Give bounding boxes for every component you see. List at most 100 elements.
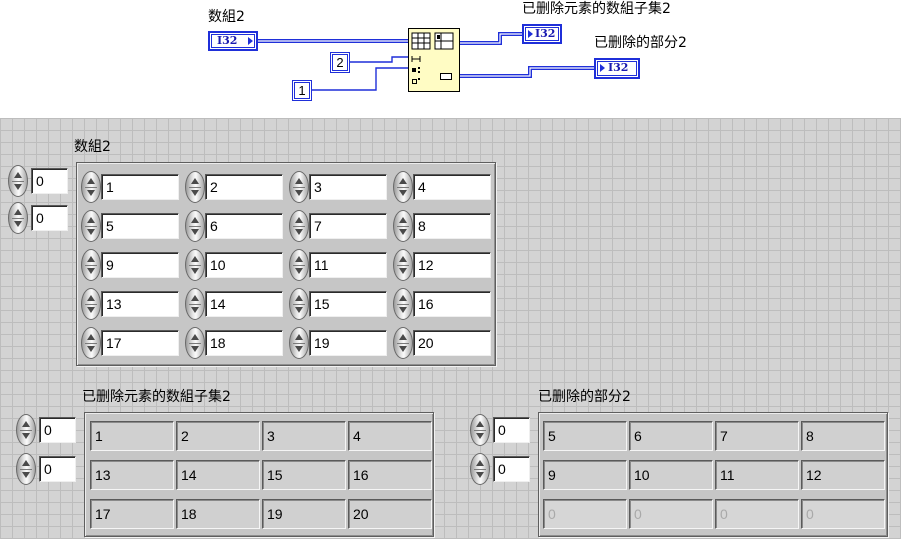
increment-arrow-icon[interactable] — [191, 334, 199, 340]
input-array-element[interactable]: 20 — [413, 330, 491, 356]
input-array-element[interactable]: 13 — [101, 291, 179, 317]
input-array-element-spinner[interactable] — [289, 210, 309, 242]
increment-arrow-icon[interactable] — [399, 256, 407, 262]
increment-arrow-icon[interactable] — [14, 209, 22, 215]
increment-arrow-icon[interactable] — [295, 334, 303, 340]
input-array-element-spinner[interactable] — [81, 327, 101, 359]
input-array-element[interactable]: 7 — [309, 213, 387, 239]
input-array-element-spinner[interactable] — [289, 288, 309, 320]
increment-arrow-icon[interactable] — [22, 421, 30, 427]
increment-arrow-icon[interactable] — [87, 217, 95, 223]
increment-arrow-icon[interactable] — [191, 295, 199, 301]
decrement-arrow-icon[interactable] — [22, 433, 30, 439]
increment-arrow-icon[interactable] — [87, 178, 95, 184]
increment-arrow-icon[interactable] — [295, 178, 303, 184]
input-array-element-spinner[interactable] — [289, 249, 309, 281]
increment-arrow-icon[interactable] — [87, 256, 95, 262]
deleted-array-index-column[interactable]: 0 — [493, 456, 530, 482]
decrement-arrow-icon[interactable] — [87, 190, 95, 196]
input-array-element-spinner[interactable] — [289, 171, 309, 203]
input-array-element-spinner[interactable] — [393, 210, 413, 242]
input-array-element[interactable]: 17 — [101, 330, 179, 356]
input-array-element-spinner[interactable] — [185, 288, 205, 320]
decrement-arrow-icon[interactable] — [476, 472, 484, 478]
decrement-arrow-icon[interactable] — [191, 190, 199, 196]
input-array-element-spinner[interactable] — [81, 210, 101, 242]
decrement-arrow-icon[interactable] — [399, 190, 407, 196]
input-array-element-spinner[interactable] — [393, 249, 413, 281]
input-array-element-spinner[interactable] — [81, 249, 101, 281]
input-array-element-spinner[interactable] — [393, 171, 413, 203]
input-array-element[interactable]: 14 — [205, 291, 283, 317]
input-array-element-spinner[interactable] — [393, 288, 413, 320]
decrement-arrow-icon[interactable] — [295, 229, 303, 235]
decrement-arrow-icon[interactable] — [191, 229, 199, 235]
input-array-element[interactable]: 11 — [309, 252, 387, 278]
increment-arrow-icon[interactable] — [295, 256, 303, 262]
input-array-element-spinner[interactable] — [81, 171, 101, 203]
decrement-arrow-icon[interactable] — [87, 307, 95, 313]
increment-arrow-icon[interactable] — [476, 421, 484, 427]
subset-array-index-row-spinner[interactable] — [16, 414, 36, 446]
decrement-arrow-icon[interactable] — [399, 268, 407, 274]
decrement-arrow-icon[interactable] — [191, 346, 199, 352]
decrement-arrow-icon[interactable] — [22, 472, 30, 478]
increment-arrow-icon[interactable] — [295, 217, 303, 223]
deleted-output-terminal[interactable]: I32 — [594, 58, 640, 79]
increment-arrow-icon[interactable] — [191, 256, 199, 262]
input-array-element[interactable]: 3 — [309, 174, 387, 200]
increment-arrow-icon[interactable] — [399, 334, 407, 340]
increment-arrow-icon[interactable] — [476, 460, 484, 466]
increment-arrow-icon[interactable] — [87, 295, 95, 301]
increment-arrow-icon[interactable] — [191, 178, 199, 184]
deleted-array-index-row-spinner[interactable] — [470, 414, 490, 446]
decrement-arrow-icon[interactable] — [399, 346, 407, 352]
input-array-element[interactable]: 1 — [101, 174, 179, 200]
decrement-arrow-icon[interactable] — [87, 229, 95, 235]
input-array-index-row-spinner[interactable] — [8, 165, 28, 197]
input-array-element[interactable]: 16 — [413, 291, 491, 317]
input-array-element[interactable]: 4 — [413, 174, 491, 200]
input-array-element[interactable]: 5 — [101, 213, 179, 239]
input-array-index-row[interactable]: 0 — [31, 168, 68, 194]
decrement-arrow-icon[interactable] — [295, 346, 303, 352]
input-array-element-spinner[interactable] — [185, 249, 205, 281]
input-array-element[interactable]: 8 — [413, 213, 491, 239]
decrement-arrow-icon[interactable] — [87, 268, 95, 274]
input-array-terminal[interactable]: I32 — [208, 31, 258, 51]
input-array-element-spinner[interactable] — [185, 171, 205, 203]
increment-arrow-icon[interactable] — [14, 172, 22, 178]
delete-from-array-node[interactable] — [408, 28, 460, 92]
input-array-index-column[interactable]: 0 — [31, 205, 68, 231]
length-constant[interactable]: 2 — [330, 52, 350, 73]
deleted-array-index-column-spinner[interactable] — [470, 453, 490, 485]
input-array-element[interactable]: 19 — [309, 330, 387, 356]
increment-arrow-icon[interactable] — [191, 217, 199, 223]
subset-array-index-column-spinner[interactable] — [16, 453, 36, 485]
decrement-arrow-icon[interactable] — [14, 221, 22, 227]
input-array-element[interactable]: 12 — [413, 252, 491, 278]
increment-arrow-icon[interactable] — [295, 295, 303, 301]
input-array-element[interactable]: 2 — [205, 174, 283, 200]
input-array-index-column-spinner[interactable] — [8, 202, 28, 234]
decrement-arrow-icon[interactable] — [14, 184, 22, 190]
increment-arrow-icon[interactable] — [399, 217, 407, 223]
subset-output-terminal[interactable]: I32 — [522, 24, 562, 44]
decrement-arrow-icon[interactable] — [87, 346, 95, 352]
subset-array-index-column[interactable]: 0 — [39, 456, 76, 482]
increment-arrow-icon[interactable] — [22, 460, 30, 466]
increment-arrow-icon[interactable] — [399, 295, 407, 301]
input-array-element[interactable]: 9 — [101, 252, 179, 278]
input-array-element[interactable]: 15 — [309, 291, 387, 317]
decrement-arrow-icon[interactable] — [399, 229, 407, 235]
subset-array-index-row[interactable]: 0 — [39, 417, 76, 443]
decrement-arrow-icon[interactable] — [476, 433, 484, 439]
input-array-element-spinner[interactable] — [289, 327, 309, 359]
input-array-element[interactable]: 10 — [205, 252, 283, 278]
input-array-element-spinner[interactable] — [393, 327, 413, 359]
decrement-arrow-icon[interactable] — [295, 190, 303, 196]
decrement-arrow-icon[interactable] — [191, 268, 199, 274]
decrement-arrow-icon[interactable] — [399, 307, 407, 313]
input-array-element-spinner[interactable] — [185, 327, 205, 359]
input-array-element-spinner[interactable] — [81, 288, 101, 320]
